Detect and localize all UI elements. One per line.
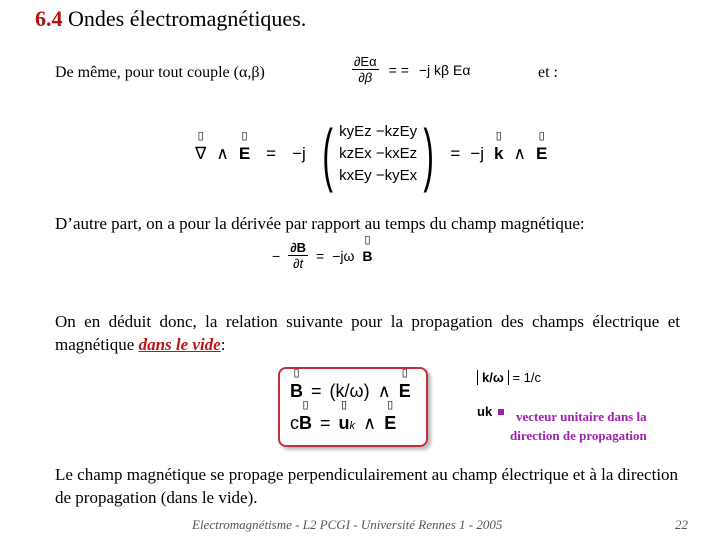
uk-symbol: uk xyxy=(477,404,493,419)
footer-text: Electromagnétisme - L2 PCGI - Université… xyxy=(192,517,503,532)
numerator: ∂Eα xyxy=(352,54,379,70)
wedge-symbol: ∧ xyxy=(216,144,229,163)
wedge-symbol: ∧ xyxy=(513,144,526,163)
denominator: ∂β xyxy=(358,70,373,85)
et-label: et : xyxy=(538,64,558,81)
paragraph-end: : xyxy=(220,335,226,354)
unit-vector-description-2: direction de propagation xyxy=(510,428,647,443)
equals-sign: = xyxy=(316,247,325,264)
section-title: Ondes électromagnétiques. xyxy=(68,6,307,31)
modulus-value: = 1/c xyxy=(512,370,541,385)
unit-vector-description-1: vecteur unitaire dans la xyxy=(516,409,647,424)
bullet-icon xyxy=(498,409,505,415)
modulus-note: k/ω = 1/c xyxy=(477,370,541,385)
factor: −j xyxy=(470,144,485,163)
equals-sign: = = xyxy=(388,61,409,78)
b-vector: ▯ B xyxy=(362,233,373,264)
section-number: 6.4 xyxy=(35,6,63,31)
modulus: k/ω xyxy=(477,370,509,385)
matrix-row: kzEx −kxEz xyxy=(339,145,418,162)
relation-row-2: c ▯ B = ▯ u k ∧ ▯ E xyxy=(290,399,397,433)
equation-rhs: −j kβ Eα xyxy=(418,61,471,78)
minus-sign: − xyxy=(272,247,281,264)
denominator: ∂t xyxy=(293,256,304,271)
matrix-row: kxEy −kyEx xyxy=(339,167,418,184)
factor: −j xyxy=(292,144,306,163)
k-vector: ▯ k xyxy=(494,130,504,163)
nabla-vector: ▯ ∇ xyxy=(195,130,207,163)
unit-vector-label: uk xyxy=(477,404,508,419)
emphasis-text: dans le vide xyxy=(138,335,221,354)
numerator: ∂B xyxy=(288,240,308,256)
matrix-row: kyEz −kzEy xyxy=(339,123,418,140)
equals-sign: = xyxy=(450,144,461,163)
intro-text: De même, pour tout couple (α,β) xyxy=(55,64,265,81)
boxed-relations: ▯ B = (k/ω) ∧ ▯ E c ▯ B = ▯ u k ∧ ▯ E xyxy=(278,367,428,447)
curl-equation: ▯ ∇ ∧ ▯ E = −j ( kyEz −kzEy kzEx −kxEz kxE… xyxy=(195,114,547,194)
page-number: 22 xyxy=(675,517,688,532)
time-derivative-equation: − ∂B ∂t = −jω ▯ B xyxy=(272,233,373,272)
slide-title: 6.4 Ondes électromagnétiques. xyxy=(35,6,306,32)
e-vector: ▯ E xyxy=(238,130,251,163)
equals-sign: = xyxy=(266,144,277,163)
cross-product-matrix: ( kyEz −kzEy kzEx −kxEz kxEy −kyEx ) xyxy=(322,115,434,193)
fraction: ∂Eα ∂β xyxy=(352,54,379,85)
partial-derivative-equation: ∂Eα ∂β = = −j kβ Eα xyxy=(352,54,470,85)
e-vector: ▯ E xyxy=(535,130,548,163)
paragraph-time-derivative: D’autre part, on a pour la dérivée par r… xyxy=(55,214,585,233)
paragraph-conclusion: Le champ magnétique se propage perpendic… xyxy=(55,465,679,507)
equation-rhs: −jω xyxy=(332,247,355,264)
paragraph-propagation: On en déduit donc, la relation suivante … xyxy=(55,310,680,356)
fraction: ∂B ∂t xyxy=(288,240,308,271)
